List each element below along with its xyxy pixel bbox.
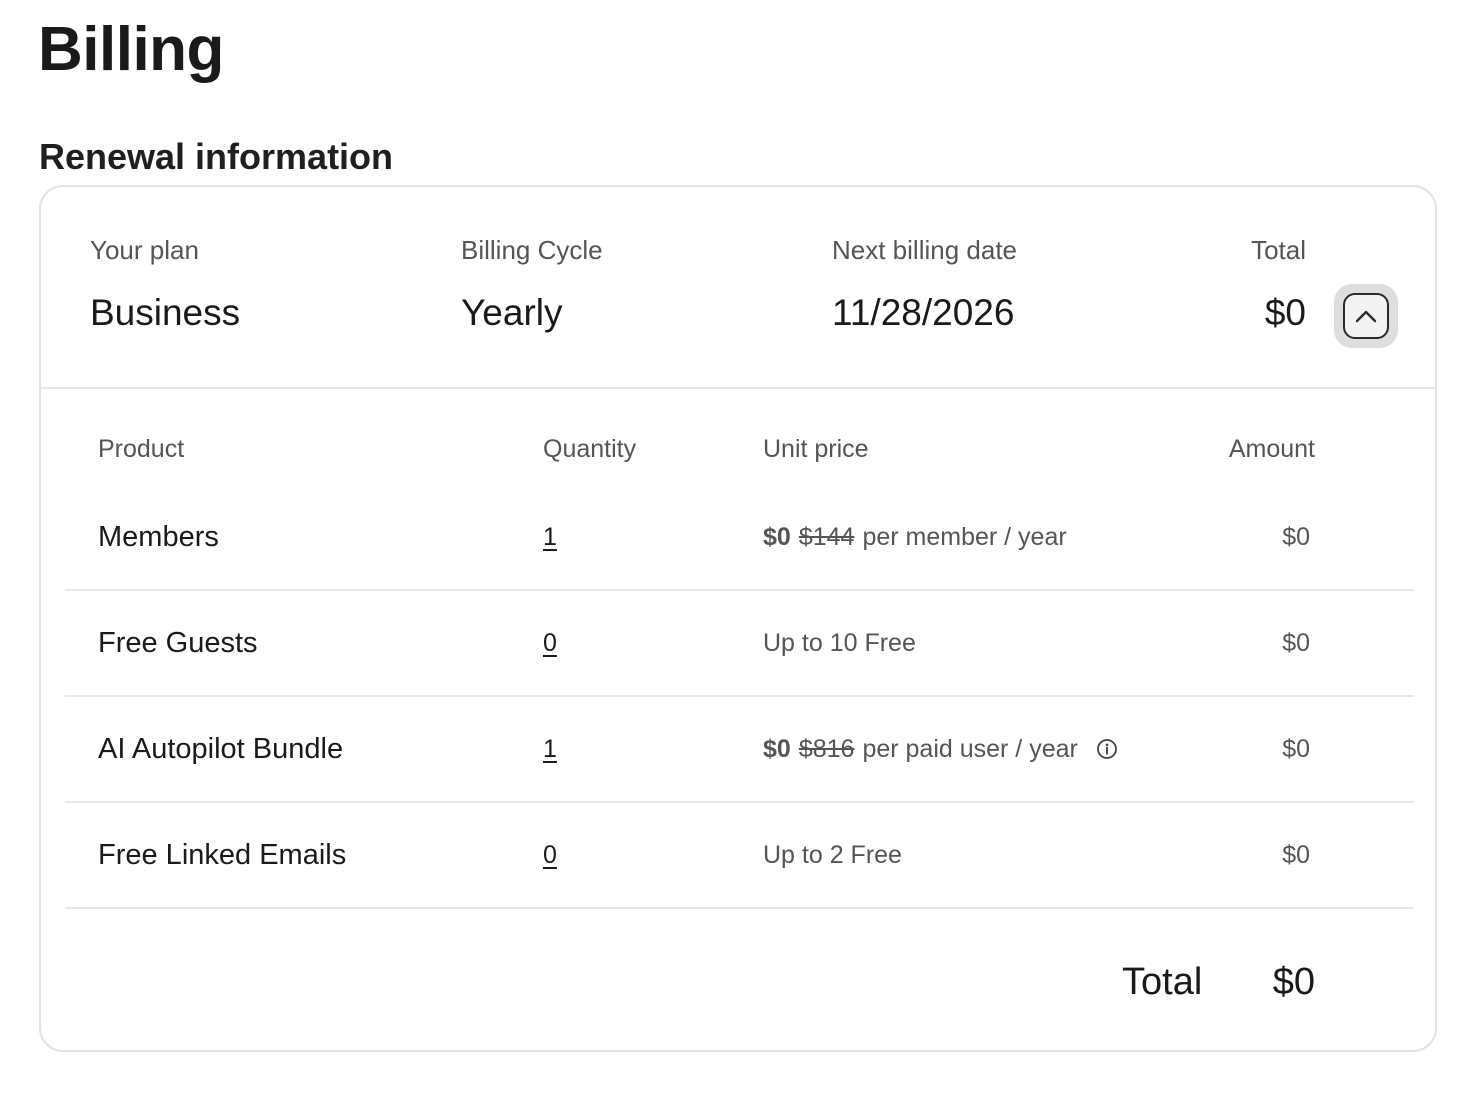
table-row-ai-autopilot-bundle: AI Autopilot Bundle 1 $0 $816 per paid u… [65,697,1414,803]
quantity-cell: 1 [543,485,557,589]
column-header-quantity: Quantity [543,435,637,463]
product-name: AI Autopilot Bundle [98,732,344,765]
price-note: per paid user / year [862,734,1078,763]
quantity-link[interactable]: 0 [543,629,557,658]
grand-total-value: $0 [1272,961,1315,1003]
total-summary: Total $0 [1251,235,1306,334]
price-note: Up to 2 Free [763,840,902,869]
product-name: Free Guests [98,626,258,659]
unit-price-cell: Up to 10 Free [763,591,916,695]
discounted-price: $0 [763,734,791,763]
column-header-product: Product [98,435,185,463]
price-note: Up to 10 Free [763,628,916,657]
column-header-amount: Amount [1228,435,1315,463]
collapse-details-button-inner[interactable] [1343,293,1389,339]
renewal-card: Your plan Business Billing Cycle Yearly … [39,185,1437,1052]
table-row-free-guests: Free Guests 0 Up to 10 Free $0 [65,591,1414,697]
plan-summary: Your plan Business [90,235,240,334]
billing-cycle-value: Yearly [461,292,563,333]
amount-cell: $0 [1282,522,1310,551]
column-header-unit-price: Unit price [763,435,869,463]
original-price: $144 [798,522,855,551]
product-name: Members [98,520,219,553]
quantity-link[interactable]: 1 [543,735,557,764]
discounted-price: $0 [763,522,791,551]
page-title: Billing [38,15,224,84]
amount-cell: $0 [1282,628,1310,657]
unit-price-cell: $0 $144 per member / year [763,485,1067,589]
price-note: per member / year [862,522,1067,551]
next-billing-date-summary: Next billing date 11/28/2026 [832,235,1017,334]
next-billing-date-label: Next billing date [832,235,1017,265]
quantity-cell: 1 [543,697,557,801]
plan-value: Business [90,292,241,333]
billing-cycle-summary: Billing Cycle Yearly [461,235,603,334]
product-name: Free Linked Emails [98,838,347,871]
info-icon[interactable] [1096,738,1118,760]
table-row-free-linked-emails: Free Linked Emails 0 Up to 2 Free $0 [65,803,1414,909]
next-billing-date-value: 11/28/2026 [832,292,1015,333]
quantity-link[interactable]: 1 [543,523,557,552]
unit-price-cell: $0 $816 per paid user / year [763,697,1118,801]
section-title-renewal: Renewal information [39,136,394,177]
unit-price-cell: Up to 2 Free [763,803,902,907]
plan-label: Your plan [90,235,199,265]
amount-cell: $0 [1282,734,1310,763]
grand-total-label: Total [1122,961,1203,1003]
collapse-details-button[interactable] [1334,284,1398,348]
total-summary-value: $0 [1264,292,1306,333]
original-price: $816 [798,734,855,763]
renewal-summary: Your plan Business Billing Cycle Yearly … [41,187,1435,389]
table-row-members: Members 1 $0 $144 per member / year $0 [65,485,1414,591]
amount-cell: $0 [1282,840,1310,869]
chevron-up-icon [1355,310,1377,323]
billing-cycle-label: Billing Cycle [461,235,603,265]
quantity-cell: 0 [543,803,557,907]
quantity-cell: 0 [543,591,557,695]
total-summary-label: Total [1251,235,1306,265]
quantity-link[interactable]: 0 [543,841,557,870]
